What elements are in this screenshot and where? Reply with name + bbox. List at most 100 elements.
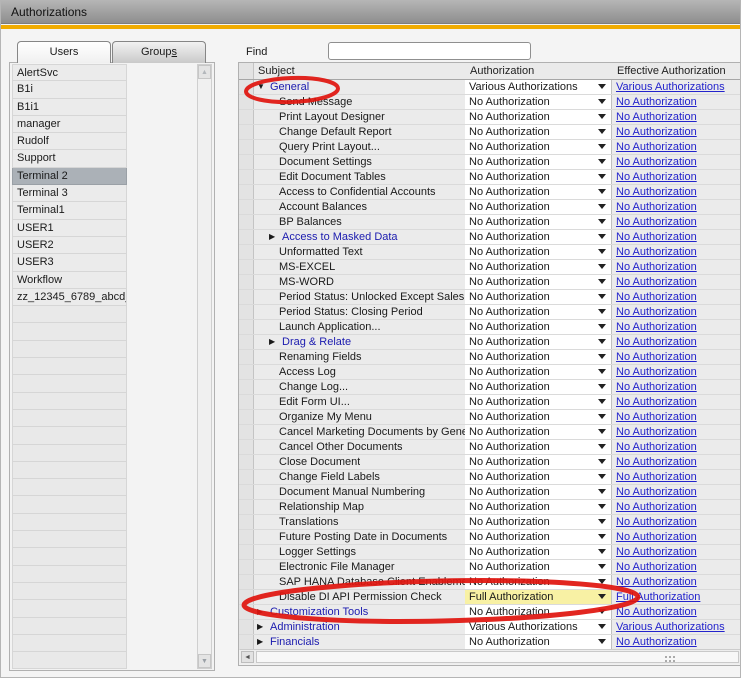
dropdown-arrow-icon[interactable] (598, 444, 606, 449)
effective-authorization-link[interactable]: No Authorization (616, 96, 697, 108)
user-list-scrollbar[interactable]: ▲ ▼ (197, 64, 212, 669)
row-gutter[interactable] (239, 440, 254, 454)
effective-authorization-link[interactable]: No Authorization (616, 201, 697, 213)
row-gutter[interactable] (239, 185, 254, 199)
dropdown-arrow-icon[interactable] (598, 174, 606, 179)
row-gutter[interactable] (239, 575, 254, 589)
effective-authorization-link[interactable]: No Authorization (616, 411, 697, 423)
authorization-dropdown[interactable]: No Authorization (465, 635, 612, 649)
dropdown-arrow-icon[interactable] (598, 534, 606, 539)
effective-authorization-link[interactable]: No Authorization (616, 456, 697, 468)
authorization-dropdown[interactable]: Various Authorizations (465, 620, 612, 634)
user-list-empty-row[interactable] (12, 635, 127, 652)
row-gutter[interactable] (239, 80, 254, 94)
user-list-empty-row[interactable] (12, 341, 127, 358)
effective-authorization-link[interactable]: No Authorization (616, 546, 697, 558)
effective-authorization-link[interactable]: No Authorization (616, 501, 697, 513)
effective-authorization-link[interactable]: No Authorization (616, 351, 697, 363)
subject-label[interactable]: General (270, 80, 309, 94)
authorization-dropdown[interactable]: No Authorization (465, 230, 612, 244)
dropdown-arrow-icon[interactable] (598, 354, 606, 359)
dropdown-arrow-icon[interactable] (598, 594, 606, 599)
dropdown-arrow-icon[interactable] (598, 429, 606, 434)
row-gutter[interactable] (239, 590, 254, 604)
user-list-empty-row[interactable] (12, 618, 127, 635)
subject-label[interactable]: Administration (270, 620, 340, 634)
dropdown-arrow-icon[interactable] (598, 504, 606, 509)
effective-authorization-link[interactable]: No Authorization (616, 141, 697, 153)
dropdown-arrow-icon[interactable] (598, 324, 606, 329)
row-gutter[interactable] (239, 485, 254, 499)
user-list-empty-row[interactable] (12, 531, 127, 548)
authorization-dropdown[interactable]: No Authorization (465, 560, 612, 574)
authorization-dropdown[interactable]: No Authorization (465, 260, 612, 274)
authorization-dropdown[interactable]: No Authorization (465, 395, 612, 409)
row-gutter[interactable] (239, 170, 254, 184)
row-gutter[interactable] (239, 560, 254, 574)
effective-authorization-link[interactable]: No Authorization (616, 441, 697, 453)
effective-authorization-link[interactable]: No Authorization (616, 231, 697, 243)
dropdown-arrow-icon[interactable] (598, 84, 606, 89)
dropdown-arrow-icon[interactable] (598, 399, 606, 404)
authorization-dropdown[interactable]: No Authorization (465, 545, 612, 559)
authorization-dropdown[interactable]: No Authorization (465, 515, 612, 529)
row-gutter[interactable] (239, 605, 254, 619)
row-gutter[interactable] (239, 335, 254, 349)
row-gutter[interactable] (239, 425, 254, 439)
authorization-dropdown[interactable]: No Authorization (465, 140, 612, 154)
dropdown-arrow-icon[interactable] (598, 549, 606, 554)
user-list-empty-row[interactable] (12, 306, 127, 323)
authorization-dropdown[interactable]: No Authorization (465, 530, 612, 544)
effective-authorization-link[interactable]: No Authorization (616, 126, 697, 138)
row-gutter[interactable] (239, 470, 254, 484)
user-list-item[interactable]: zz_12345_6789_abcd_efgh (12, 289, 127, 306)
user-list-item[interactable]: Terminal 3 (12, 185, 127, 202)
dropdown-arrow-icon[interactable] (598, 489, 606, 494)
authorization-dropdown[interactable]: No Authorization (465, 455, 612, 469)
authorization-dropdown[interactable]: No Authorization (465, 335, 612, 349)
dropdown-arrow-icon[interactable] (598, 129, 606, 134)
user-list-empty-row[interactable] (12, 323, 127, 340)
dropdown-arrow-icon[interactable] (598, 159, 606, 164)
dropdown-arrow-icon[interactable] (598, 99, 606, 104)
expand-closed-icon[interactable]: ▶ (269, 230, 279, 244)
effective-authorization-link[interactable]: No Authorization (616, 516, 697, 528)
row-gutter[interactable] (239, 125, 254, 139)
effective-authorization-link[interactable]: No Authorization (616, 111, 697, 123)
row-gutter[interactable] (239, 515, 254, 529)
user-list-empty-row[interactable] (12, 479, 127, 496)
row-gutter[interactable] (239, 305, 254, 319)
row-gutter[interactable] (239, 95, 254, 109)
hscroll-track[interactable] (256, 651, 739, 663)
authorization-dropdown[interactable]: No Authorization (465, 485, 612, 499)
user-list-empty-row[interactable] (12, 652, 127, 669)
scroll-up-icon[interactable]: ▲ (198, 65, 211, 79)
dropdown-arrow-icon[interactable] (598, 219, 606, 224)
row-gutter[interactable] (239, 500, 254, 514)
user-list-item[interactable]: Terminal 2 (12, 168, 127, 185)
dropdown-arrow-icon[interactable] (598, 519, 606, 524)
user-list-item[interactable]: Terminal1 (12, 202, 127, 219)
authorization-dropdown[interactable]: Full Authorization (465, 590, 612, 604)
authorization-dropdown[interactable]: No Authorization (465, 305, 612, 319)
effective-authorization-link[interactable]: No Authorization (616, 336, 697, 348)
user-list-empty-row[interactable] (12, 427, 127, 444)
row-gutter[interactable] (239, 350, 254, 364)
effective-authorization-link[interactable]: No Authorization (616, 396, 697, 408)
subject-label[interactable]: Customization Tools (270, 605, 368, 619)
subject-label[interactable]: Financials (270, 635, 320, 649)
row-gutter[interactable] (239, 455, 254, 469)
row-gutter[interactable] (239, 140, 254, 154)
effective-authorization-link[interactable]: No Authorization (616, 291, 697, 303)
dropdown-arrow-icon[interactable] (598, 339, 606, 344)
dropdown-arrow-icon[interactable] (598, 309, 606, 314)
row-gutter[interactable] (239, 215, 254, 229)
effective-authorization-link[interactable]: Full Authorization (616, 591, 700, 603)
user-list-empty-row[interactable] (12, 375, 127, 392)
authorization-dropdown[interactable]: No Authorization (465, 575, 612, 589)
authorization-dropdown[interactable]: No Authorization (465, 605, 612, 619)
effective-authorization-link[interactable]: No Authorization (616, 426, 697, 438)
user-list-empty-row[interactable] (12, 514, 127, 531)
row-gutter[interactable] (239, 155, 254, 169)
authorization-dropdown[interactable]: No Authorization (465, 440, 612, 454)
